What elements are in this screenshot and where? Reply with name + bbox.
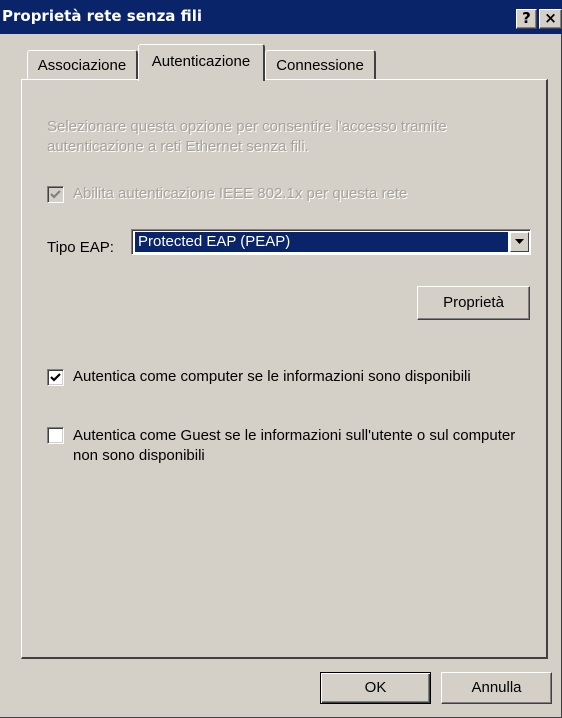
guest-auth-label: Autentica come Guest se le informazioni … <box>73 427 516 464</box>
tab-connessione[interactable]: Connessione <box>265 50 376 80</box>
tab-associazione[interactable]: Associazione <box>27 50 138 80</box>
computer-auth-checkbox[interactable] <box>47 369 64 386</box>
guest-auth-checkbox[interactable] <box>47 427 64 444</box>
eap-type-select[interactable]: Protected EAP (PEAP) <box>131 229 531 255</box>
chevron-down-icon <box>515 239 524 244</box>
checkmark-icon <box>50 190 61 199</box>
tab-autenticazione[interactable]: Autenticazione <box>138 44 265 81</box>
close-button[interactable]: × <box>539 9 562 29</box>
eap-type-label: Tipo EAP: <box>47 239 114 256</box>
dropdown-arrow-button[interactable] <box>510 232 529 252</box>
properties-button[interactable]: Proprietà <box>417 286 530 320</box>
ok-button[interactable]: OK <box>320 672 431 704</box>
cancel-button[interactable]: Annulla <box>441 672 552 704</box>
ieee-8021x-label: Abilita autenticazione IEEE 802.1x per q… <box>73 185 408 202</box>
properties-dialog: Proprietà rete senza fili ? × Associazio… <box>0 0 562 718</box>
checkmark-icon <box>50 373 61 382</box>
computer-auth-label: Autentica come computer se le informazio… <box>73 368 471 385</box>
ieee-8021x-checkbox[interactable] <box>47 186 64 203</box>
help-button[interactable]: ? <box>516 9 537 29</box>
description-text: Selezionare questa opzione per consentir… <box>47 118 447 155</box>
title-bar[interactable]: Proprietà rete senza fili ? × <box>0 0 562 34</box>
window-title: Proprietà rete senza fili <box>2 7 203 25</box>
eap-type-value: Protected EAP (PEAP) <box>135 232 508 252</box>
